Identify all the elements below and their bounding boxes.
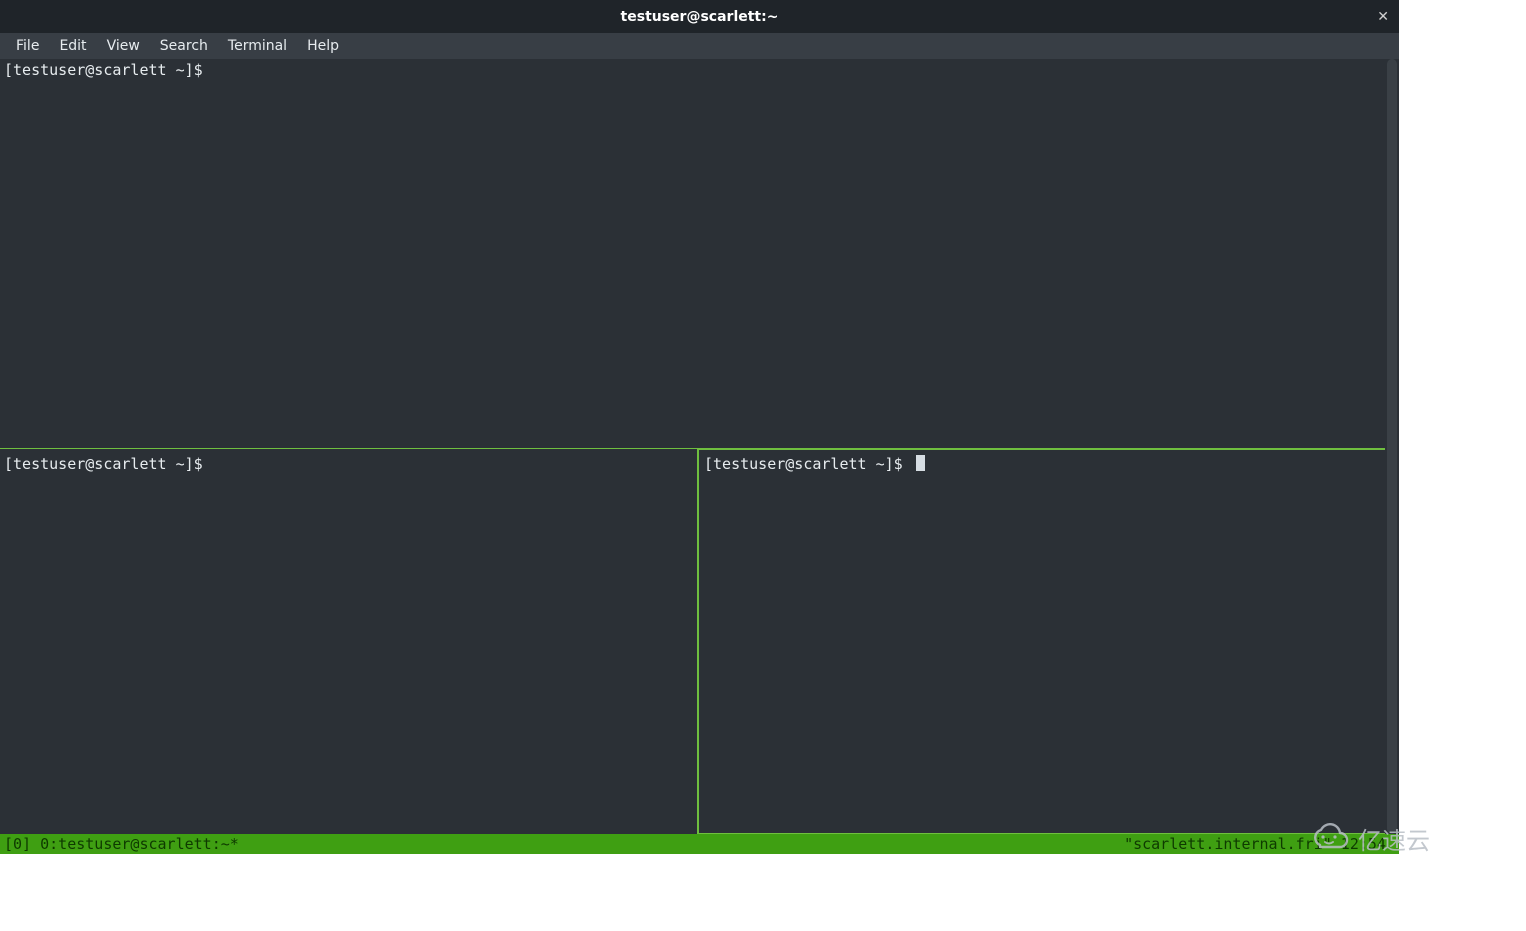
menu-search[interactable]: Search [150,34,218,58]
cursor-icon [916,455,925,471]
menu-edit[interactable]: Edit [49,34,96,58]
terminal-area[interactable]: [testuser@scarlett ~]$ [testuser@scarlet… [0,59,1399,854]
tmux-status-left: [0] 0:testuser@scarlett:~* [4,835,239,854]
titlebar: testuser@scarlett:~ ✕ [0,0,1399,33]
tmux-pane-top[interactable]: [testuser@scarlett ~]$ [0,59,1399,448]
tmux-status-bar: [0] 0:testuser@scarlett:~* "scarlett.int… [0,834,1399,854]
window-title: testuser@scarlett:~ [621,9,779,25]
shell-prompt: [testuser@scarlett ~]$ [4,61,212,79]
shell-prompt: [testuser@scarlett ~]$ [704,455,912,473]
scrollbar-thumb[interactable] [1387,59,1397,834]
shell-prompt: [testuser@scarlett ~]$ [4,455,212,473]
menubar: File Edit View Search Terminal Help [0,33,1399,59]
tmux-status-right: "scarlett.internal.fri" 12:54 [1124,835,1395,854]
tmux-bottom-row: [testuser@scarlett ~]$ [testuser@scarlet… [0,449,1399,834]
close-icon[interactable]: ✕ [1377,10,1389,24]
menu-terminal[interactable]: Terminal [218,34,297,58]
scrollbar[interactable] [1385,59,1399,834]
menu-file[interactable]: File [6,34,49,58]
tmux-pane-bottom-left[interactable]: [testuser@scarlett ~]$ [0,449,697,834]
terminal-window: testuser@scarlett:~ ✕ File Edit View Sea… [0,0,1399,854]
menu-view[interactable]: View [97,34,150,58]
menu-help[interactable]: Help [297,34,349,58]
tmux-pane-bottom-right[interactable]: [testuser@scarlett ~]$ [698,449,1399,834]
